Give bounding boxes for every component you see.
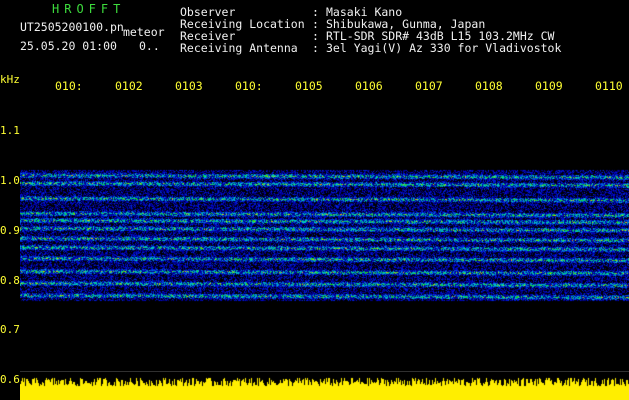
- x-tick-label: 0103: [175, 79, 203, 93]
- y-tick-label: 1.1: [0, 124, 20, 137]
- x-tick-label: 010:: [235, 79, 263, 93]
- x-tick-label: 0107: [415, 79, 443, 93]
- date-time: 25.05.20 01:00: [20, 39, 117, 53]
- y-unit-label: kHz: [0, 73, 20, 86]
- x-tick-label: 0108: [475, 79, 503, 93]
- x-tick-label: 010:: [55, 79, 83, 93]
- x-tick-label: 0106: [355, 79, 383, 93]
- y-tick-label: 0.9: [0, 224, 20, 237]
- y-tick-label: 0.7: [0, 323, 20, 336]
- x-tick-label: 0110: [595, 79, 623, 93]
- y-tick-label: 0.8: [0, 274, 20, 287]
- antenna-label: Receiving Antenna: [180, 41, 298, 55]
- detection-count: 0..: [139, 39, 160, 53]
- y-tick-label: 0.6: [0, 373, 20, 386]
- antenna-colon: :: [312, 41, 319, 55]
- x-tick-label: 0109: [535, 79, 563, 93]
- mode-label: meteor: [123, 25, 165, 39]
- x-tick-label: 0105: [295, 79, 323, 93]
- file-name: UT2505200100.pn: [20, 20, 124, 34]
- y-tick-label: 1.0: [0, 174, 20, 187]
- antenna-value: 3el Yagi(V) Az 330 for Vladivostok: [326, 41, 562, 55]
- x-tick-label: 0102: [115, 79, 143, 93]
- station-name: HROFFT: [52, 2, 126, 16]
- baseline-divider: [20, 371, 629, 372]
- spectrogram-plot: [20, 95, 629, 400]
